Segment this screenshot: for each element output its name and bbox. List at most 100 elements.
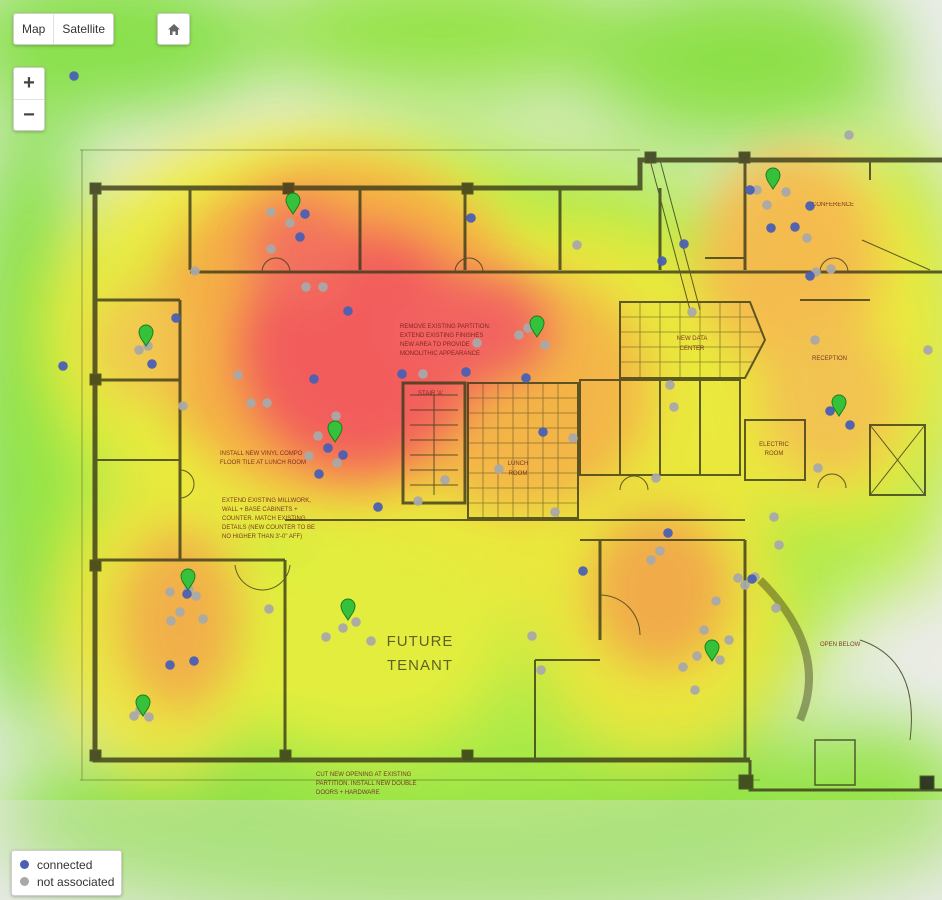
client-dot-not-associated[interactable] (440, 475, 450, 485)
client-dot-not-associated[interactable] (175, 607, 185, 617)
client-dot-connected[interactable] (182, 589, 192, 599)
client-dot-not-associated[interactable] (262, 398, 272, 408)
client-dot-not-associated[interactable] (813, 463, 823, 473)
client-dot-connected[interactable] (189, 656, 199, 666)
client-dot-connected[interactable] (147, 359, 157, 369)
client-dot-not-associated[interactable] (724, 635, 734, 645)
client-dot-not-associated[interactable] (687, 307, 697, 317)
client-dot-not-associated[interactable] (332, 458, 342, 468)
client-dot-not-associated[interactable] (304, 451, 314, 461)
client-dot-not-associated[interactable] (665, 380, 675, 390)
client-dot-connected[interactable] (295, 232, 305, 242)
client-dot-connected[interactable] (766, 223, 776, 233)
client-dot-connected[interactable] (663, 528, 673, 538)
client-dot-not-associated[interactable] (418, 369, 428, 379)
client-dot-not-associated[interactable] (301, 282, 311, 292)
client-dot-not-associated[interactable] (165, 587, 175, 597)
client-dot-not-associated[interactable] (144, 712, 154, 722)
client-dot-not-associated[interactable] (494, 464, 504, 474)
client-dot-not-associated[interactable] (321, 632, 331, 642)
client-dot-not-associated[interactable] (550, 507, 560, 517)
client-dot-not-associated[interactable] (802, 233, 812, 243)
client-dot-connected[interactable] (69, 71, 79, 81)
client-dot-not-associated[interactable] (527, 631, 537, 641)
client-dot-connected[interactable] (538, 427, 548, 437)
map-type-satellite-button[interactable]: Satellite (53, 14, 113, 44)
client-dot-connected[interactable] (323, 443, 333, 453)
client-dot-not-associated[interactable] (198, 614, 208, 624)
client-dot-not-associated[interactable] (285, 218, 295, 228)
client-dot-not-associated[interactable] (233, 370, 243, 380)
map-type-map-button[interactable]: Map (14, 14, 53, 44)
client-dot-not-associated[interactable] (771, 603, 781, 613)
client-dot-connected[interactable] (58, 361, 68, 371)
client-dot-not-associated[interactable] (166, 616, 176, 626)
client-dot-not-associated[interactable] (715, 655, 725, 665)
client-dot-not-associated[interactable] (413, 496, 423, 506)
client-dot-not-associated[interactable] (266, 244, 276, 254)
client-dot-not-associated[interactable] (774, 540, 784, 550)
client-dot-not-associated[interactable] (769, 512, 779, 522)
client-dot-not-associated[interactable] (514, 330, 524, 340)
client-dot-connected[interactable] (745, 185, 755, 195)
client-dot-not-associated[interactable] (134, 345, 144, 355)
client-dot-connected[interactable] (805, 271, 815, 281)
client-dot-not-associated[interactable] (923, 345, 933, 355)
client-dot-connected[interactable] (338, 450, 348, 460)
client-dot-not-associated[interactable] (844, 130, 854, 140)
client-dot-not-associated[interactable] (568, 433, 578, 443)
client-dot-connected[interactable] (657, 256, 667, 266)
client-dot-not-associated[interactable] (781, 187, 791, 197)
client-dot-not-associated[interactable] (264, 604, 274, 614)
client-dot-not-associated[interactable] (190, 266, 200, 276)
client-dot-not-associated[interactable] (338, 623, 348, 633)
client-dot-connected[interactable] (373, 502, 383, 512)
client-dot-not-associated[interactable] (472, 338, 482, 348)
wifi-heatmap[interactable]: CONFERENCE NEW DATA CENTER RECEPTION STA… (0, 0, 942, 900)
client-dot-not-associated[interactable] (366, 636, 376, 646)
client-dot-not-associated[interactable] (540, 340, 550, 350)
client-dot-not-associated[interactable] (692, 651, 702, 661)
client-dot-connected[interactable] (805, 201, 815, 211)
client-dot-not-associated[interactable] (810, 335, 820, 345)
client-dot-not-associated[interactable] (762, 200, 772, 210)
client-dot-connected[interactable] (397, 369, 407, 379)
client-dot-connected[interactable] (309, 374, 319, 384)
client-dot-connected[interactable] (521, 373, 531, 383)
client-dot-not-associated[interactable] (536, 665, 546, 675)
client-dot-not-associated[interactable] (331, 411, 341, 421)
client-dot-connected[interactable] (171, 313, 181, 323)
client-dot-not-associated[interactable] (651, 473, 661, 483)
client-dot-connected[interactable] (314, 469, 324, 479)
client-dot-connected[interactable] (845, 420, 855, 430)
client-dot-not-associated[interactable] (313, 431, 323, 441)
client-dot-not-associated[interactable] (690, 685, 700, 695)
client-dot-not-associated[interactable] (246, 398, 256, 408)
client-dot-connected[interactable] (461, 367, 471, 377)
client-dot-not-associated[interactable] (655, 546, 665, 556)
client-dot-not-associated[interactable] (646, 555, 656, 565)
client-dot-not-associated[interactable] (733, 573, 743, 583)
client-dot-connected[interactable] (165, 660, 175, 670)
client-dot-not-associated[interactable] (178, 401, 188, 411)
client-dot-connected[interactable] (747, 574, 757, 584)
client-dot-connected[interactable] (343, 306, 353, 316)
client-dot-connected[interactable] (790, 222, 800, 232)
client-dot-not-associated[interactable] (711, 596, 721, 606)
client-dot-connected[interactable] (466, 213, 476, 223)
client-dot-not-associated[interactable] (678, 662, 688, 672)
client-dot-not-associated[interactable] (826, 264, 836, 274)
client-dot-not-associated[interactable] (266, 207, 276, 217)
client-dot-not-associated[interactable] (191, 591, 201, 601)
client-dot-not-associated[interactable] (351, 617, 361, 627)
client-dot-not-associated[interactable] (669, 402, 679, 412)
client-dot-connected[interactable] (679, 239, 689, 249)
client-dot-connected[interactable] (578, 566, 588, 576)
client-dot-not-associated[interactable] (572, 240, 582, 250)
client-dot-not-associated[interactable] (699, 625, 709, 635)
home-button[interactable] (157, 13, 190, 45)
client-dot-connected[interactable] (300, 209, 310, 219)
zoom-out-button[interactable]: − (14, 99, 44, 131)
client-dot-not-associated[interactable] (318, 282, 328, 292)
zoom-in-button[interactable]: + (14, 68, 44, 99)
